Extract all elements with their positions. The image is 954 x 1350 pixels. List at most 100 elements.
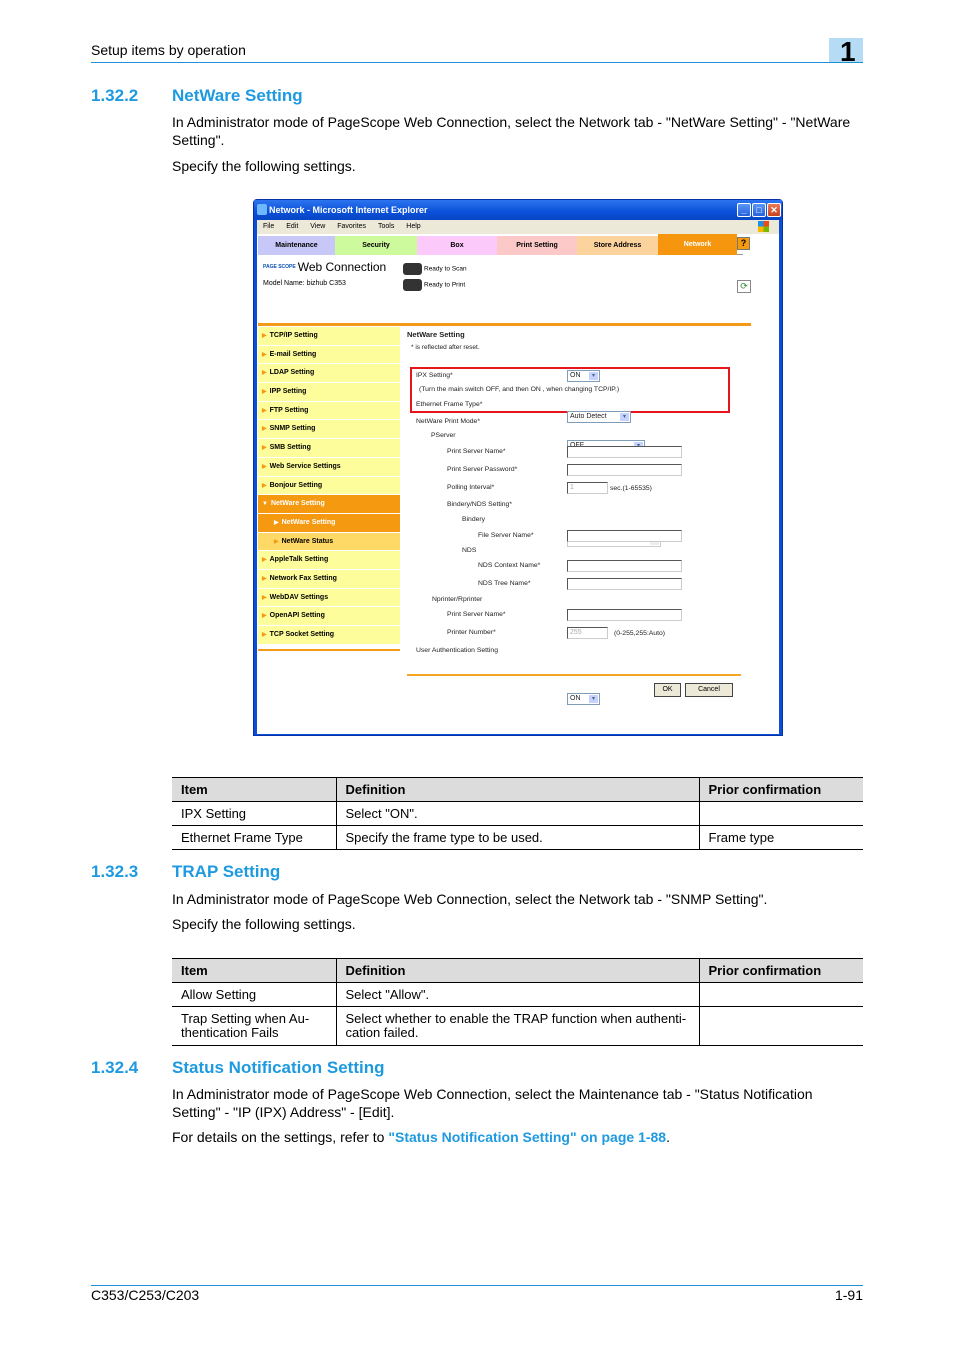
page-number: 1-91 — [834, 1287, 863, 1303]
ethernet-frame-type-label: Ethernet Frame Type* — [416, 401, 483, 408]
footer-model: C353/C253/C203 — [91, 1287, 200, 1303]
minimize-icon[interactable]: _ — [737, 203, 751, 217]
sidebar-subitem-netware-setting[interactable]: ▶ NetWare Setting — [258, 513, 400, 533]
cell-prior-confirmation: Frame type — [698, 825, 863, 850]
printer-number-input[interactable]: 255 — [567, 627, 608, 639]
sidebar-item-netware[interactable]: ▼ NetWare Setting — [258, 495, 400, 514]
section-paragraph: In Administrator mode of PageScope Web C… — [172, 1086, 813, 1120]
cross-reference-link[interactable]: "Status Notification Setting" on page 1-… — [388, 1129, 666, 1145]
table-row: Ethernet Frame Type Specify the frame ty… — [172, 825, 863, 850]
sidebar-item-web-service[interactable]: ▶ Web Service Settings — [258, 457, 400, 477]
sidebar-item-tcpip[interactable]: ▶ TCP/IP Setting — [258, 327, 400, 346]
polling-interval-label: Polling Interval* — [447, 484, 495, 491]
sidebar-item-snmp[interactable]: ▶ SNMP Setting — [258, 420, 400, 440]
column-header: Item — [172, 958, 336, 983]
section-paragraph: Specify the following settings. — [172, 916, 356, 932]
cell-item: IPX Setting — [172, 801, 336, 826]
close-icon[interactable]: ✕ — [767, 203, 781, 217]
ethernet-frame-type-select[interactable]: Auto Detect ▾ — [567, 411, 631, 423]
polling-interval-input[interactable]: 1 — [567, 482, 608, 494]
arrow-right-icon: ▶ — [262, 482, 267, 489]
sidebar-item-ftp[interactable]: ▶ FTP Setting — [258, 401, 400, 421]
nds-tree-name-input[interactable] — [567, 578, 682, 590]
section-title: Status Notification Setting — [172, 1058, 385, 1077]
ipx-setting-select[interactable]: ON ▾ — [567, 370, 600, 382]
np-print-server-name-label: Print Server Name* — [447, 611, 506, 618]
maximize-icon[interactable]: □ — [752, 203, 766, 217]
print-server-password-input[interactable] — [567, 464, 682, 476]
chapter-number: 1 — [840, 36, 856, 67]
printer-icon — [403, 279, 422, 291]
section-paragraph: In Administrator mode of PageScope Web C… — [172, 891, 768, 907]
sidebar-subitem-netware-status[interactable]: ▶ NetWare Status — [258, 532, 400, 552]
user-auth-label: User Authentication Setting — [416, 647, 498, 654]
user-auth-select[interactable]: ON ▾ — [567, 693, 600, 705]
tab-network[interactable]: Network — [658, 234, 737, 255]
nprinter-heading: Nprinter/Rprinter — [432, 596, 483, 603]
sidebar-item-bonjour[interactable]: ▶ Bonjour Setting — [258, 476, 400, 496]
cell-prior-confirmation — [698, 801, 863, 826]
browser-content: KONICA MINOLTA PAGE SCOPEWeb Connection … — [257, 234, 779, 734]
arrow-right-icon: ▶ — [262, 632, 267, 638]
tab-print-setting[interactable]: Print Setting — [497, 236, 577, 255]
menu-view[interactable]: View — [310, 223, 325, 230]
bindery-nds-label: Bindery/NDS Setting* — [447, 501, 512, 508]
ie-icon — [257, 204, 267, 215]
tab-box[interactable]: Box — [417, 236, 497, 255]
ok-button[interactable]: OK — [654, 683, 681, 697]
column-header: Definition — [335, 958, 699, 983]
tab-underline — [258, 323, 751, 326]
table-row: Trap Setting when Au-thentication Fails … — [172, 1006, 863, 1046]
menu-favorites[interactable]: Favorites — [337, 223, 366, 230]
sidebar-item-network-fax[interactable]: ▶ Network Fax Setting — [258, 569, 400, 589]
cell-item: Allow Setting — [172, 982, 336, 1007]
sidebar-item-openapi[interactable]: ▶ OpenAPI Setting — [258, 607, 400, 626]
form-bottom-line — [407, 674, 741, 676]
menu-file[interactable]: File — [263, 223, 274, 230]
print-server-name-input[interactable] — [567, 446, 682, 458]
menu-help[interactable]: Help — [406, 223, 420, 230]
refresh-icon[interactable]: ⟳ — [737, 280, 751, 293]
tab-maintenance[interactable]: Maintenance — [258, 236, 335, 255]
sidebar-item-ldap[interactable]: ▶ LDAP Setting — [258, 364, 400, 384]
cell-prior-confirmation — [698, 982, 863, 1007]
model-name: Model Name: bizhub C353 — [263, 280, 346, 287]
arrow-right-icon: ▶ — [262, 351, 267, 358]
section-paragraph: Specify the following settings. — [172, 158, 356, 174]
arrow-right-icon: ▶ — [262, 575, 267, 582]
sidebar-item-email[interactable]: ▶ E-mail Setting — [258, 345, 400, 365]
chevron-down-icon: ▾ — [620, 413, 629, 421]
browser-window-screenshot: Network - Microsoft Internet Explorer _ … — [253, 199, 783, 736]
print-server-name-label: Print Server Name* — [447, 448, 506, 455]
section-number: 1.32.3 — [91, 862, 139, 881]
arrow-right-icon: ▶ — [262, 426, 267, 433]
tab-security[interactable]: Security — [335, 236, 417, 255]
running-title: Setup items by operation — [91, 42, 246, 58]
help-icon[interactable]: ? — [737, 237, 750, 250]
sidebar-item-smb[interactable]: ▶ SMB Setting — [258, 439, 400, 458]
np-print-server-name-input[interactable] — [567, 609, 682, 621]
nds-context-name-input[interactable] — [567, 560, 682, 572]
arrow-right-icon: ▶ — [262, 463, 267, 470]
cell-definition: Select "Allow". — [335, 982, 699, 1007]
file-server-name-input[interactable] — [567, 530, 682, 542]
table-row: Allow Setting Select "Allow". — [172, 982, 863, 1007]
window-titlebar: Network - Microsoft Internet Explorer _ … — [254, 200, 782, 220]
form-title: NetWare Setting — [407, 330, 465, 339]
table-header-row: Item Definition Prior confirmation — [172, 958, 863, 983]
scanner-status: Ready to Scan — [403, 263, 467, 275]
tab-store-address[interactable]: Store Address — [577, 236, 658, 255]
sidebar-item-tcp-socket[interactable]: ▶ TCP Socket Setting — [258, 626, 400, 645]
arrow-right-icon: ▶ — [262, 557, 267, 564]
nds-heading: NDS — [462, 547, 477, 554]
sidebar-item-ipp[interactable]: ▶ IPP Setting — [258, 383, 400, 402]
arrow-right-icon: ▶ — [274, 519, 279, 526]
menu-edit[interactable]: Edit — [286, 223, 298, 230]
printer-status: Ready to Print — [403, 279, 465, 291]
form-note: * is reflected after reset. — [411, 344, 480, 351]
sidebar-item-appletalk[interactable]: ▶ AppleTalk Setting — [258, 551, 400, 570]
menu-tools[interactable]: Tools — [378, 223, 394, 230]
chevron-down-icon: ▾ — [589, 372, 598, 380]
cancel-button[interactable]: Cancel — [685, 683, 733, 697]
sidebar-item-webdav[interactable]: ▶ WebDAV Settings — [258, 588, 400, 608]
